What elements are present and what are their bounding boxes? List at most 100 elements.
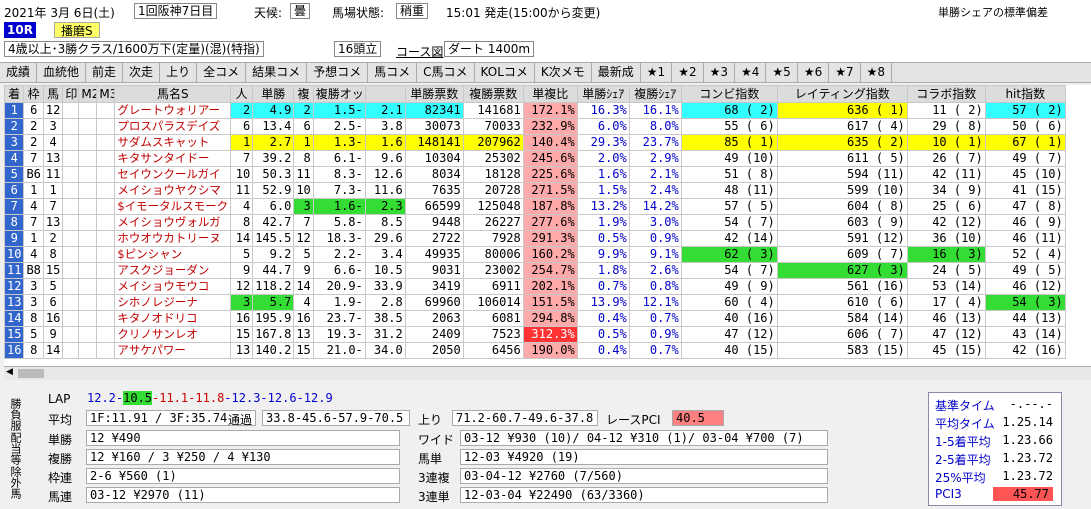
tab-7[interactable]: 予想コメ [307, 63, 369, 82]
table-row[interactable]: 11 B8 15 アスクジョーダン 9 44.7 9 6.6- 10.5 9031 23002 254… [4, 262, 1066, 279]
race-conditions: 4歳以上･3勝クラス/1600万下(定量)(混)(特指) [4, 41, 264, 57]
table-row[interactable]: 13 3 6 シホノレジーナ 3 5.7 4 1.9- 2.8 69960 106014 151.5%… [4, 294, 1066, 311]
column-header[interactable]: 複勝オッズ [312, 85, 366, 103]
tab-6[interactable]: 結果コメ [246, 63, 308, 82]
table-cell: 9 [4, 230, 25, 247]
table-cell [78, 278, 98, 295]
table-cell: 67 ( 1) [984, 134, 1066, 151]
side-tab-silks[interactable]: 勝負服 [8, 398, 22, 431]
column-header[interactable]: コンビ指数 [680, 85, 778, 103]
table-row[interactable]: 3 2 4 サダムスキャット 1 2.7 1 1.3- 1.6 148141 207962 140.4… [4, 134, 1066, 151]
tab-19[interactable]: ★7 [829, 63, 861, 82]
table-cell: 24 ( 5) [906, 262, 986, 279]
table-row[interactable]: 15 5 9 クリノサンレオ 15 167.8 13 19.3- 31.2 2409 7523 312… [4, 326, 1066, 343]
table-cell: 2 [230, 102, 254, 119]
column-header[interactable]: 単勝 [252, 85, 295, 103]
horizontal-scrollbar[interactable]: ◀ [4, 366, 1091, 380]
stat-value: 45.77 [993, 487, 1053, 501]
weather-label: 天候: [254, 6, 283, 20]
table-cell: 6.0 [252, 198, 295, 215]
table-cell: 294.8% [522, 310, 578, 327]
table-cell: 617 ( 4) [776, 118, 908, 135]
table-cell: 33.9 [364, 278, 406, 295]
column-header[interactable]: 馬名S [114, 85, 232, 103]
tab-18[interactable]: ★6 [798, 63, 830, 82]
rentan-value: 12-03-04 ¥22490 (63/3360) [460, 487, 828, 503]
table-row[interactable]: 6 1 1 メイショウヤクシマ 11 52.9 10 7.3- 11.6 7635 20728 271… [4, 182, 1066, 199]
tab-0[interactable]: 成績 [0, 63, 38, 82]
table-cell: 627 ( 3) [776, 262, 908, 279]
table-cell [62, 166, 80, 183]
column-header[interactable]: 着 [4, 85, 25, 103]
table-row[interactable]: 2 2 3 プロスパラスデイズ 6 13.4 6 2.5- 3.8 30073 70033 232.9… [4, 118, 1066, 135]
tab-13[interactable]: ★1 [641, 63, 673, 82]
column-header[interactable]: 複勝票数 [462, 85, 524, 103]
horse-table: 着枠馬印M2M3馬名S人単勝複複勝オッズ 単勝票数複勝票数単複比単勝ｼｪｱ複勝ｼｪ… [4, 85, 1091, 366]
table-cell: 16 [4, 342, 25, 359]
table-row[interactable]: 14 8 16 キタノオドリコ 16 195.9 16 23.7- 38.5 2063 6081 29… [4, 310, 1066, 327]
tab-9[interactable]: C馬コメ [417, 63, 475, 82]
column-header[interactable]: 複勝ｼｪｱ [628, 85, 682, 103]
tab-12[interactable]: 最新成 [592, 63, 641, 82]
table-cell: 50.3 [252, 166, 295, 183]
side-tab-payout[interactable]: 配当等 [8, 432, 22, 465]
column-header[interactable]: レイティング指数 [776, 85, 908, 103]
table-cell: 47 (12) [680, 326, 778, 343]
column-header[interactable]: コラボ指数 [906, 85, 986, 103]
tab-8[interactable]: 馬コメ [368, 63, 418, 82]
horse-name-cell: キタサンタイドー [114, 150, 232, 167]
scroll-thumb[interactable] [18, 369, 44, 378]
tab-16[interactable]: ★4 [735, 63, 767, 82]
table-row[interactable]: 7 4 7 $イモータルスモーク 4 6.0 3 1.6- 2.3 66599 125048 187.… [4, 198, 1066, 215]
column-header[interactable]: 人 [230, 85, 254, 103]
column-header[interactable]: 単勝ｼｪｱ [576, 85, 630, 103]
course-map-link[interactable]: コース図 [396, 43, 443, 60]
tab-10[interactable]: KOLコメ [475, 63, 535, 82]
tab-20[interactable]: ★8 [861, 63, 893, 82]
table-cell: 19.3- [312, 326, 366, 343]
table-row[interactable]: 8 7 13 メイショウヴォルガ 8 42.7 7 5.8- 8.5 9448 26227 277.6… [4, 214, 1066, 231]
tab-5[interactable]: 全コメ [197, 63, 247, 82]
column-header[interactable]: 馬 [42, 85, 64, 103]
tab-14[interactable]: ★2 [672, 63, 704, 82]
tab-15[interactable]: ★3 [704, 63, 735, 82]
table-cell: 16 [42, 310, 64, 327]
table-row[interactable]: 9 1 2 ホウオウカトリーヌ 14 145.5 12 18.3- 29.6 2722 7928 29… [4, 230, 1066, 247]
table-cell: 18.3- [312, 230, 366, 247]
tab-4[interactable]: 上り [160, 63, 198, 82]
table-row[interactable]: 16 8 14 アサケパワー 13 140.2 15 21.0- 34.0 2050 6456 190… [4, 342, 1066, 359]
column-header[interactable]: 複 [293, 85, 314, 103]
table-cell [78, 150, 98, 167]
table-row[interactable]: 10 4 8 $ピンシャン 5 9.2 5 2.2- 3.4 49935 80006 160.2% 9.… [4, 246, 1066, 263]
pass-value: 33.8-45.6-57.9-70.5 [262, 410, 410, 426]
tab-17[interactable]: ★5 [766, 63, 798, 82]
time-stats-panel: 基準タイム -.--.- 平均タイム 1.25.14 1-5着平均 1.23.66 2-5着… [928, 392, 1062, 506]
side-tab-scratched[interactable]: 除外馬 [8, 466, 22, 499]
column-header[interactable]: 印 [62, 85, 80, 103]
table-cell [78, 134, 98, 151]
column-header[interactable]: 単勝票数 [404, 85, 464, 103]
column-header[interactable]: 単複比 [522, 85, 578, 103]
header-right-title: 単勝シェアの標準偏差 [938, 6, 1048, 19]
column-header[interactable]: hit指数 [984, 85, 1066, 103]
table-row[interactable]: 4 7 13 キタサンタイドー 7 39.2 8 6.1- 9.6 10304 25302 245.6… [4, 150, 1066, 167]
scroll-left-icon[interactable]: ◀ [6, 367, 13, 377]
column-header[interactable] [364, 85, 406, 103]
tab-11[interactable]: K次メモ [535, 63, 592, 82]
table-cell: 1 [4, 102, 25, 119]
table-row[interactable]: 1 6 12 グレートウォリアー 2 4.9 2 1.5- 2.1 82341 141681 172.… [4, 102, 1066, 119]
tab-3[interactable]: 次走 [123, 63, 161, 82]
tab-1[interactable]: 血統他 [37, 63, 87, 82]
column-header[interactable]: M3 [96, 85, 116, 103]
table-cell: 3 [293, 198, 314, 215]
table-cell: 2.0% [576, 150, 630, 167]
table-row[interactable]: 5 B6 11 セイウンクールガイ 10 50.3 11 8.3- 12.6 8034 18128 2… [4, 166, 1066, 183]
table-cell: 16.1% [628, 102, 682, 119]
table-cell: 2.1 [364, 102, 406, 119]
table-row[interactable]: 12 3 5 メイショウモウコ 12 118.2 14 20.9- 33.9 3419 6911 20… [4, 278, 1066, 295]
table-cell [62, 198, 80, 215]
column-header[interactable]: 枠 [23, 85, 44, 103]
table-cell: 54 ( 7) [680, 214, 778, 231]
tab-2[interactable]: 前走 [86, 63, 124, 82]
column-header[interactable]: M2 [78, 85, 98, 103]
